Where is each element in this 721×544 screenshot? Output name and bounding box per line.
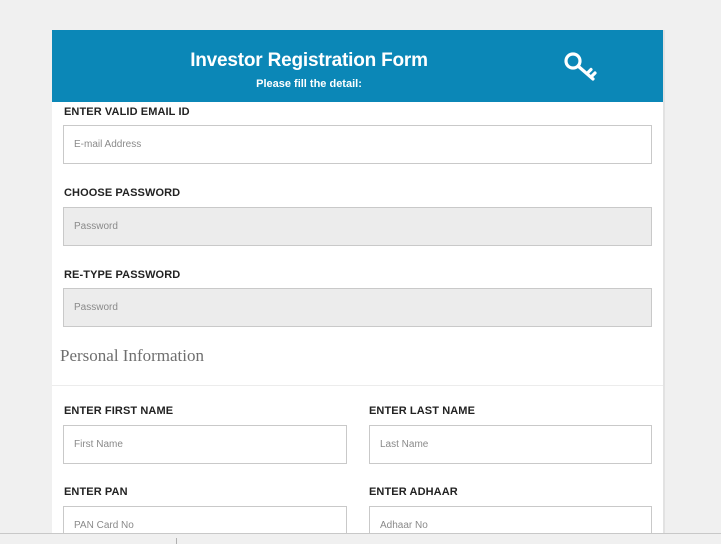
retype-password-label: RE-TYPE PASSWORD — [64, 269, 181, 281]
first-name-label: ENTER FIRST NAME — [64, 405, 174, 417]
email-label: ENTER VALID EMAIL ID — [64, 106, 190, 118]
first-name-input[interactable] — [63, 425, 347, 464]
retype-password-input[interactable] — [63, 288, 652, 327]
personal-info-heading: Personal Information — [60, 346, 204, 365]
registration-card: Investor Registration Form Please fill t… — [52, 30, 663, 533]
section-divider — [52, 385, 663, 386]
key-icon — [564, 52, 597, 81]
pan-label: ENTER PAN — [64, 486, 128, 498]
password-input[interactable] — [63, 207, 652, 246]
email-input[interactable] — [63, 125, 652, 164]
password-label: CHOOSE PASSWORD — [64, 187, 181, 199]
card-shadow — [663, 30, 665, 533]
adhaar-label: ENTER ADHAAR — [369, 486, 458, 498]
last-name-label: ENTER LAST NAME — [369, 405, 475, 417]
page-bottom-border — [0, 533, 721, 534]
form-subtitle: Please fill the detail: — [256, 78, 362, 90]
form-title: Investor Registration Form — [190, 50, 428, 71]
last-name-input[interactable] — [369, 425, 652, 464]
form-header: Investor Registration Form Please fill t… — [52, 30, 663, 102]
pan-input[interactable] — [63, 506, 347, 533]
page-bottom-tick — [176, 538, 177, 544]
adhaar-input[interactable] — [369, 506, 652, 533]
